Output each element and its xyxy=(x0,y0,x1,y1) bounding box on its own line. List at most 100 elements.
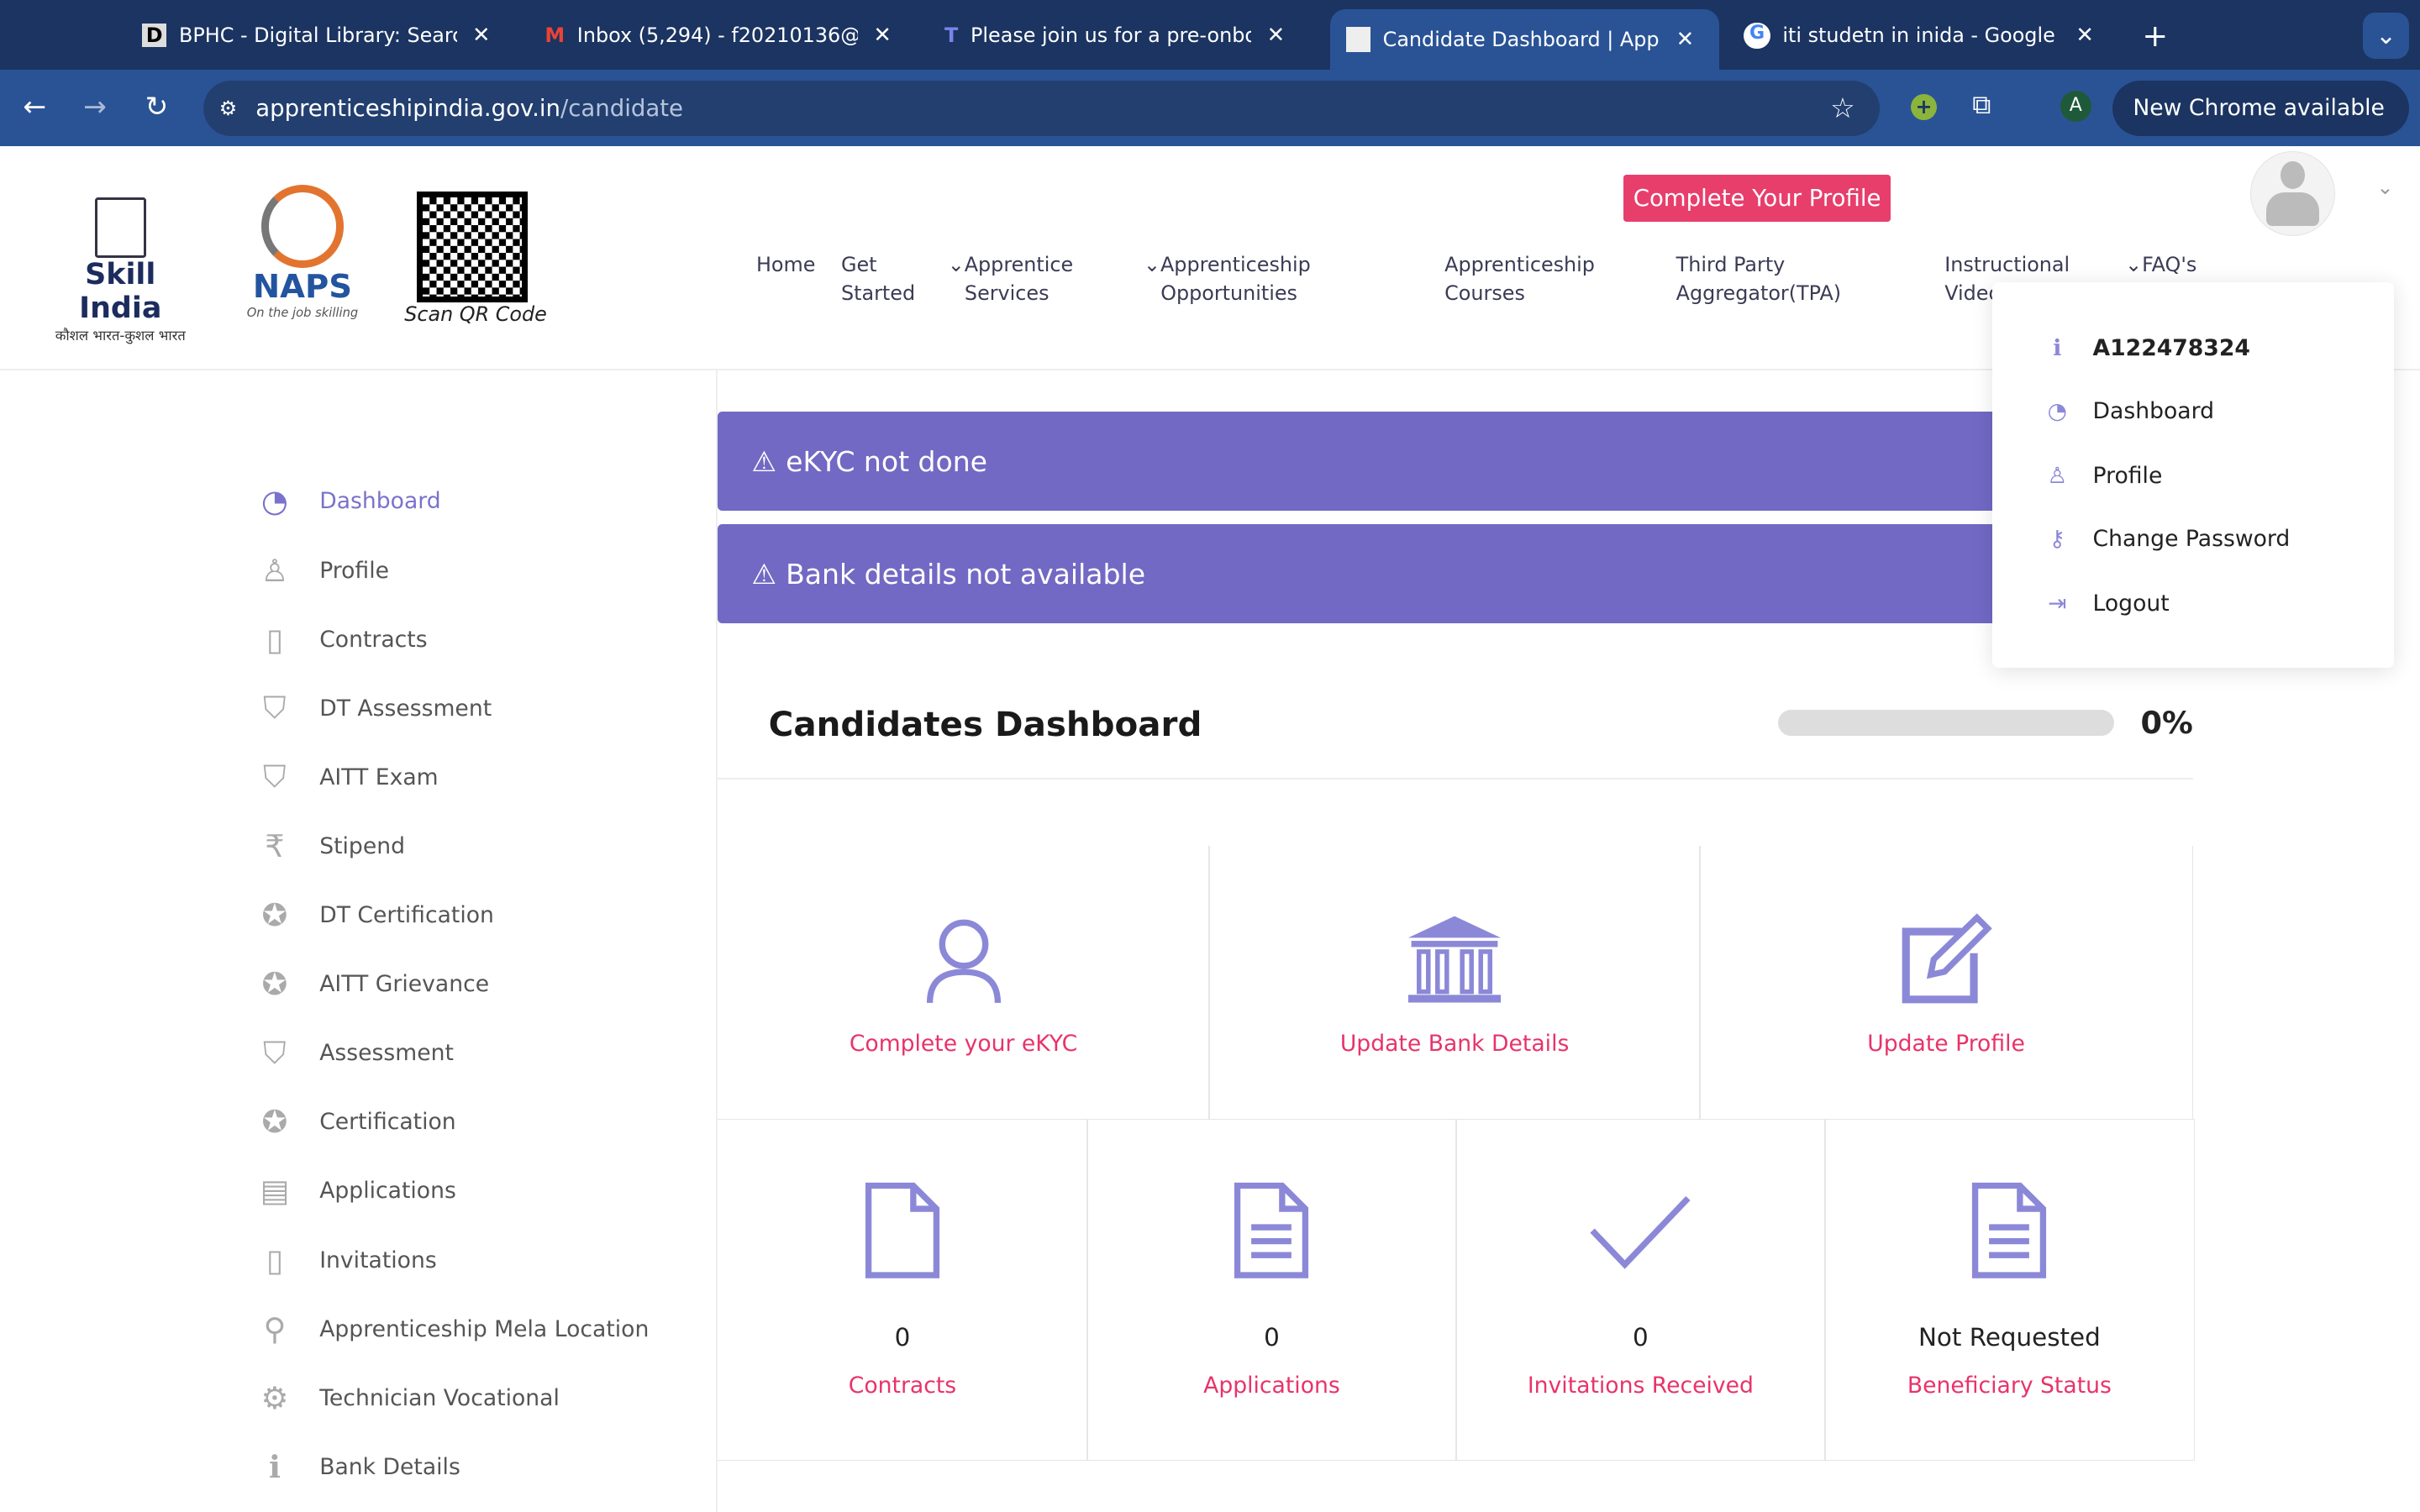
card-bank[interactable]: Update Bank Details xyxy=(1208,845,1702,1121)
stat-card-contracts[interactable]: 0 Contracts xyxy=(718,1118,1088,1462)
menu-logout[interactable]: ⇥ Logout xyxy=(2042,591,2170,617)
close-icon[interactable]: ✕ xyxy=(472,23,491,48)
award-icon: ✪ xyxy=(261,897,288,934)
stat-value: 0 xyxy=(1633,1323,1649,1352)
tab-teams[interactable]: TPlease join us for a pre-onboarding✕ xyxy=(944,13,1285,59)
nav-tpa[interactable]: Third Party Aggregator(TPA) xyxy=(1676,250,1841,309)
skill-india-logo[interactable]: Skill India कौशल भारत-कुशल भारत xyxy=(46,197,194,344)
info-icon: ℹ xyxy=(268,1448,281,1485)
logout-icon: ⇥ xyxy=(2048,591,2067,617)
page-title: Candidates Dashboard xyxy=(768,703,1202,744)
back-button[interactable]: ← xyxy=(24,90,47,123)
stat-value: Not Requested xyxy=(1918,1323,2101,1352)
tab-candidate-dashboard[interactable]: Candidate Dashboard | Apprenticeship✕ xyxy=(1330,9,1720,70)
bookmark-icon: ⛉ xyxy=(263,1034,287,1071)
document-icon: ▤ xyxy=(260,1173,290,1210)
document-icon xyxy=(1234,1182,1309,1278)
naps-logo[interactable]: NAPS On the job skilling xyxy=(241,173,365,320)
new-tab-button[interactable]: + xyxy=(2142,13,2168,59)
naps-emblem xyxy=(260,185,345,269)
star-icon[interactable]: ☆ xyxy=(1830,92,1855,124)
tab-bphc[interactable]: D BPHC - Digital Library: Search ✕ xyxy=(141,13,491,59)
sidebar-item-dt-assessment[interactable]: ⛉ DT Assessment xyxy=(256,690,492,727)
stat-value: 0 xyxy=(894,1323,911,1352)
key-icon: ⚷ xyxy=(2049,526,2066,553)
stat-card-beneficiary-status[interactable]: Not Requested Beneficiary Status xyxy=(1823,1118,2195,1462)
check-icon xyxy=(1590,1195,1691,1269)
stat-label: Invitations Received xyxy=(1527,1372,1754,1399)
nav-home[interactable]: Home xyxy=(756,250,815,280)
qr-caption: Scan QR Code xyxy=(404,302,547,326)
bookmark-icon: ⛉ xyxy=(263,690,287,727)
tab-search-button[interactable]: ⌄ xyxy=(2362,12,2410,59)
forward-button[interactable]: → xyxy=(83,90,107,123)
user-id: ℹ A122478324 xyxy=(2042,335,2250,361)
card-profile[interactable]: Update Profile xyxy=(1699,845,2193,1121)
map-pin-icon: ⚲ xyxy=(263,1310,287,1347)
edit-icon xyxy=(1902,913,1992,1004)
sidebar-item-assessment[interactable]: ⛉ Assessment xyxy=(256,1035,454,1072)
tab-inbox[interactable]: MInbox (5,294) - f20210136@hyderabad✕ xyxy=(544,13,892,59)
menu-dashboard[interactable]: ◔ Dashboard xyxy=(2042,398,2214,424)
stat-card-invitations-received[interactable]: 0 Invitations Received xyxy=(1455,1118,1826,1462)
alert-ekyc: ⚠ eKYC not done xyxy=(718,412,2014,511)
stat-card-applications[interactable]: 0 Applications xyxy=(1086,1118,1457,1462)
card-ekyc[interactable]: Complete your eKYC xyxy=(718,845,1210,1121)
close-icon[interactable]: ✕ xyxy=(1676,27,1695,52)
document-icon xyxy=(1972,1182,2047,1278)
extensions-puzzle-icon[interactable]: ⧉ xyxy=(1972,90,1991,121)
sidebar-item-applications[interactable]: ▤ Applications xyxy=(256,1173,456,1210)
bookmark-icon: ⛉ xyxy=(263,759,287,795)
sidebar-item-contracts[interactable]: ▯ Contracts xyxy=(256,621,428,658)
stat-label: Beneficiary Status xyxy=(1907,1372,2112,1399)
stat-value: 0 xyxy=(1264,1323,1280,1352)
sidebar-item-aitt-grievance[interactable]: ✪ AITT Grievance xyxy=(256,966,490,1003)
close-icon[interactable]: ✕ xyxy=(1267,23,1286,48)
user-icon xyxy=(926,919,1001,1003)
nav-apprenticeship-opportunities[interactable]: ⌄Apprenticeship Opportunities xyxy=(1144,250,1311,309)
sidebar-item-invitations[interactable]: ▯ Invitations xyxy=(256,1242,437,1278)
progress-label: 0% xyxy=(2140,705,2193,742)
user-avatar[interactable] xyxy=(2249,150,2336,237)
dashboard-icon: ◔ xyxy=(260,483,288,520)
award-icon: ✪ xyxy=(261,1104,288,1141)
sidebar-item-profile[interactable]: ♙ Profile xyxy=(256,552,389,589)
profile-avatar[interactable]: A xyxy=(2060,91,2091,123)
complete-profile-button[interactable]: Complete Your Profile xyxy=(1623,174,1891,223)
gears-icon: ⚙ xyxy=(260,1379,289,1416)
close-icon[interactable]: ✕ xyxy=(873,23,892,48)
sidebar-item-aitt-exam[interactable]: ⛉ AITT Exam xyxy=(256,759,438,795)
stat-label: Contracts xyxy=(848,1372,957,1399)
tab-google[interactable]: Giti studetn in inida - Google Search✕ xyxy=(1744,13,2094,59)
sidebar-item-bank-details[interactable]: ℹ Bank Details xyxy=(256,1448,460,1485)
chrome-update-button[interactable]: New Chrome available ⋮ xyxy=(2112,80,2410,176)
nav-apprentice-services[interactable]: ⌄Apprentice Services xyxy=(948,250,1073,309)
sidebar-item-apprenticeship-mela-location[interactable]: ⚲ Apprenticeship Mela Location xyxy=(256,1310,649,1347)
stat-label: Applications xyxy=(1203,1372,1340,1399)
nav-faqs[interactable]: ⌄FAQ's xyxy=(2125,250,2196,280)
sidebar-item-technician-vocational[interactable]: ⚙ Technician Vocational xyxy=(256,1379,559,1416)
monitor-icon xyxy=(94,197,146,259)
close-icon[interactable]: ✕ xyxy=(2075,23,2094,48)
file-icon: ▯ xyxy=(266,1242,284,1278)
teams-icon: T xyxy=(944,24,959,48)
sidebar-item-dt-certification[interactable]: ✪ DT Certification xyxy=(256,896,494,933)
dashboard-icon: ◔ xyxy=(2047,397,2067,424)
site-info-icon[interactable]: ⚙ xyxy=(219,97,237,120)
sidebar-item-dashboard[interactable]: ◔ Dashboard xyxy=(256,483,441,520)
user-icon: ♙ xyxy=(2047,463,2068,489)
address-bar[interactable]: ⚙ apprenticeshipindia.gov.in/candidate ☆ xyxy=(203,80,1881,136)
nav-apprenticeship-courses[interactable]: Apprenticeship Courses xyxy=(1444,250,1595,309)
site-favicon xyxy=(1345,27,1370,52)
d-favicon: D xyxy=(141,24,167,48)
sidebar-item-certification[interactable]: ✪ Certification xyxy=(256,1104,456,1141)
profile-progress-bar xyxy=(1777,709,2115,737)
menu-change-password[interactable]: ⚷ Change Password xyxy=(2042,526,2291,553)
warning-icon: ⚠ xyxy=(751,444,777,478)
sidebar-item-stipend[interactable]: ₹ Stipend xyxy=(256,827,405,864)
menu-profile[interactable]: ♙ Profile xyxy=(2042,463,2162,489)
chevron-down-icon[interactable]: ⌄ xyxy=(2377,176,2394,199)
reload-button[interactable]: ↻ xyxy=(145,90,169,123)
bank-icon xyxy=(1407,916,1502,1003)
nav-get-started[interactable]: Get Started xyxy=(841,250,915,309)
